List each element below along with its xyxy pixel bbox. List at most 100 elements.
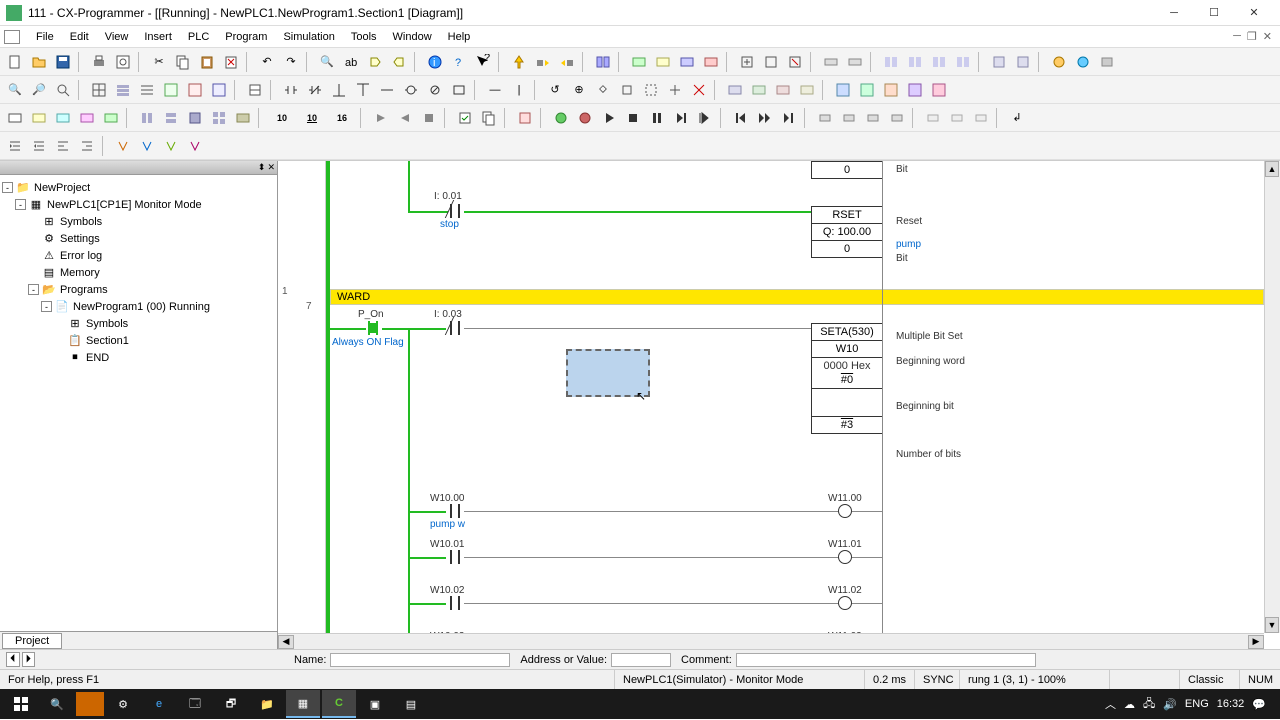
- radix-16-button[interactable]: 16: [328, 107, 356, 129]
- step-button[interactable]: [670, 107, 692, 129]
- menu-tools[interactable]: Tools: [343, 29, 385, 45]
- tb-a1[interactable]: [820, 51, 842, 73]
- contact-p-on[interactable]: [364, 320, 382, 336]
- instruction-button[interactable]: [448, 79, 470, 101]
- tb2-g5[interactable]: [928, 79, 950, 101]
- menu-program[interactable]: Program: [217, 29, 275, 45]
- system-tray[interactable]: ︿ ☁ 🖧 🔊 ENG 16:32 💬: [1095, 695, 1276, 714]
- scroll-up-icon[interactable]: ▲: [1265, 161, 1279, 177]
- pause-button[interactable]: [646, 107, 668, 129]
- fast-fwd-button[interactable]: [754, 107, 776, 129]
- online-button[interactable]: [508, 51, 530, 73]
- tb3-e2[interactable]: [838, 107, 860, 129]
- menu-insert[interactable]: Insert: [136, 29, 180, 45]
- taskbar-explorer[interactable]: 📁: [250, 690, 284, 718]
- coil-w11-02[interactable]: [838, 596, 852, 610]
- horizontal-scrollbar[interactable]: ◀ ▶: [278, 633, 1264, 649]
- tb-c2[interactable]: [1012, 51, 1034, 73]
- mdi-close-icon[interactable]: ✕: [1263, 30, 1272, 43]
- minimize-button[interactable]: ─: [1154, 1, 1194, 25]
- twister-icon[interactable]: -: [2, 182, 13, 193]
- tree-errorlog[interactable]: Error log: [60, 250, 102, 262]
- coil-w11-00[interactable]: [838, 504, 852, 518]
- tb-b1[interactable]: [880, 51, 902, 73]
- view-mnemonic-button[interactable]: [112, 79, 134, 101]
- tb2-g2[interactable]: [856, 79, 878, 101]
- instruction-box[interactable]: 0: [811, 161, 883, 179]
- menu-help[interactable]: Help: [440, 29, 479, 45]
- debug-mode-button[interactable]: [652, 51, 674, 73]
- tb-b4[interactable]: [952, 51, 974, 73]
- contact-nc[interactable]: [446, 203, 464, 219]
- sim-trigger-button[interactable]: [574, 107, 596, 129]
- taskbar-app[interactable]: 🗗: [214, 690, 248, 718]
- tb-b3[interactable]: [928, 51, 950, 73]
- tray-notifications-icon[interactable]: 💬: [1252, 698, 1266, 711]
- tb-c1[interactable]: [988, 51, 1010, 73]
- tb4-w1[interactable]: [112, 135, 134, 157]
- tb-a2[interactable]: [844, 51, 866, 73]
- contact-w10-02[interactable]: [446, 595, 464, 611]
- tree-root[interactable]: NewProject: [34, 182, 90, 194]
- twister-icon[interactable]: -: [15, 199, 26, 210]
- tray-clock[interactable]: 16:32: [1217, 698, 1245, 710]
- compare-button[interactable]: [592, 51, 614, 73]
- tb3-a1[interactable]: [4, 107, 26, 129]
- mdi-minimize-icon[interactable]: ─: [1233, 30, 1241, 43]
- tray-volume-icon[interactable]: 🔊: [1163, 698, 1177, 711]
- tb3-a4[interactable]: [76, 107, 98, 129]
- tb4-w3[interactable]: [160, 135, 182, 157]
- tb3-g1[interactable]: ↲: [1006, 107, 1028, 129]
- tb4-w2[interactable]: [136, 135, 158, 157]
- vertical-up-button[interactable]: [328, 79, 350, 101]
- start-button[interactable]: [4, 690, 38, 718]
- comment-field[interactable]: [736, 653, 1036, 667]
- tb3-c2[interactable]: [394, 107, 416, 129]
- horizontal-button[interactable]: [376, 79, 398, 101]
- tray-language[interactable]: ENG: [1185, 698, 1209, 710]
- help-button[interactable]: ?: [448, 51, 470, 73]
- tb-d3[interactable]: [1096, 51, 1118, 73]
- tb3-d1[interactable]: [514, 107, 536, 129]
- cross-ref-button[interactable]: [244, 79, 266, 101]
- tb3-e1[interactable]: [814, 107, 836, 129]
- send-changes-button[interactable]: [760, 51, 782, 73]
- tree-symbols[interactable]: Symbols: [60, 216, 102, 228]
- address-field[interactable]: [611, 653, 671, 667]
- tree-programs[interactable]: Programs: [60, 284, 108, 296]
- tb2-g4[interactable]: [904, 79, 926, 101]
- tree-memory[interactable]: Memory: [60, 267, 100, 279]
- find-button[interactable]: 🔍: [316, 51, 338, 73]
- contact-w10-01[interactable]: [446, 549, 464, 565]
- radix-10d-button[interactable]: 10: [298, 107, 326, 129]
- view-properties-button[interactable]: [208, 79, 230, 101]
- tb2-f4[interactable]: [796, 79, 818, 101]
- infobar-nav-icon[interactable]: ⏴: [6, 652, 20, 667]
- find-prev-button[interactable]: [388, 51, 410, 73]
- instruction-rset[interactable]: RSET Q: 100.00 0: [811, 206, 883, 258]
- coil-not-button[interactable]: [424, 79, 446, 101]
- compile-all-button[interactable]: [478, 107, 500, 129]
- tb3-f2[interactable]: [946, 107, 968, 129]
- tray-cloud-icon[interactable]: ☁: [1124, 698, 1135, 711]
- delete-button[interactable]: [220, 51, 242, 73]
- cut-button[interactable]: ✂: [148, 51, 170, 73]
- vertical-scrollbar[interactable]: ▲ ▼: [1264, 161, 1280, 633]
- indent-inc-button[interactable]: [28, 135, 50, 157]
- taskbar-app[interactable]: ▦: [286, 690, 320, 718]
- tb2-e2[interactable]: ⊕: [568, 79, 590, 101]
- twister-icon[interactable]: -: [28, 284, 39, 295]
- view-symbols-button[interactable]: [136, 79, 158, 101]
- name-field[interactable]: [330, 653, 510, 667]
- stop-button[interactable]: [622, 107, 644, 129]
- view-grid-button[interactable]: [88, 79, 110, 101]
- taskbar-app[interactable]: ▤: [394, 690, 428, 718]
- tb3-b2[interactable]: [160, 107, 182, 129]
- tree-end[interactable]: END: [86, 352, 109, 364]
- undo-button[interactable]: ↶: [256, 51, 278, 73]
- tray-chevron-icon[interactable]: ︿: [1105, 696, 1116, 712]
- new-button[interactable]: [4, 51, 26, 73]
- tree-p-symbols[interactable]: Symbols: [86, 318, 128, 330]
- align-right-button[interactable]: [76, 135, 98, 157]
- zoom-in-button[interactable]: 🔍: [4, 79, 26, 101]
